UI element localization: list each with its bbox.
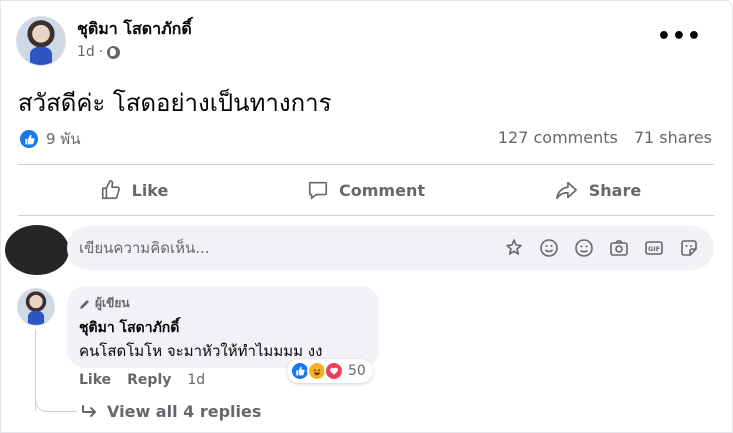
reaction-count: 50: [348, 363, 366, 379]
comments-count[interactable]: 127 comments: [498, 128, 618, 147]
author-avatar[interactable]: [16, 16, 66, 66]
divider: [18, 215, 714, 216]
more-options-icon[interactable]: •••: [657, 26, 702, 48]
sticker-icon[interactable]: [678, 237, 700, 259]
meta-separator: ·: [98, 44, 104, 60]
share-button[interactable]: Share: [482, 165, 714, 215]
reaction-summary[interactable]: 9 พัน: [18, 127, 80, 151]
like-label: Like: [131, 180, 169, 200]
comment-composer[interactable]: GIF: [67, 226, 714, 270]
like-button[interactable]: Like: [18, 165, 250, 215]
comment-icon: [308, 181, 328, 200]
comment-actions: Like Reply 1d: [79, 372, 205, 388]
post-text: สวัสดีค่ะ โสดอย่างเป็นทางการ: [18, 89, 332, 117]
engagement-counts: 127 comments 71 shares: [498, 128, 712, 147]
comment-reply-button[interactable]: Reply: [127, 372, 171, 388]
post-author[interactable]: ชุติมา โสดาภักดิ์: [77, 17, 192, 42]
shares-count[interactable]: 71 shares: [634, 128, 712, 147]
commenter-avatar[interactable]: [17, 288, 55, 326]
viewer-avatar[interactable]: [5, 225, 69, 275]
composer-tools: GIF: [503, 237, 700, 259]
comment-author[interactable]: ชุติมา โสดาภักดิ์: [79, 317, 179, 339]
share-icon: [555, 181, 577, 200]
camera-icon[interactable]: [608, 237, 630, 259]
view-replies-label: View all 4 replies: [107, 402, 262, 421]
smiley-icon[interactable]: [573, 237, 595, 259]
share-label: Share: [588, 180, 642, 200]
comment-text: คนโสดโมโห จะมาหัวให้ทำไมมมม งง: [79, 342, 323, 360]
globe-icon: [107, 45, 121, 59]
gif-icon[interactable]: GIF: [643, 237, 665, 259]
post-actions: Like Comment Share: [18, 165, 714, 215]
comment-reactions[interactable]: 50: [287, 359, 373, 383]
reply-arrow-icon: [82, 404, 96, 417]
pencil-icon: [80, 299, 89, 309]
like-icon: [101, 180, 120, 200]
like-reaction-icon: [18, 128, 40, 150]
love-reaction-icon: [324, 361, 344, 381]
author-badge-label: ผู้เขียน: [95, 296, 130, 310]
avatar-sticker-icon[interactable]: [503, 237, 525, 259]
comment-bubble: ผู้เขียน ชุติมา โสดาภักดิ์ คนโสดโมโห จะม…: [67, 286, 379, 368]
post-meta: 1d ·: [77, 44, 121, 60]
comment-button[interactable]: Comment: [250, 165, 482, 215]
post-card: ชุติมา โสดาภักดิ์ 1d · ••• สวัสดีค่ะ โสด…: [0, 0, 733, 433]
emoji-icon[interactable]: [538, 237, 560, 259]
thread-connector: [35, 396, 77, 412]
comment-time[interactable]: 1d: [187, 372, 205, 388]
author-badge: ผู้เขียน: [79, 294, 130, 313]
svg-text:GIF: GIF: [648, 245, 660, 253]
comment-input[interactable]: [79, 226, 479, 270]
like-count[interactable]: 9 พัน: [46, 127, 80, 151]
comment-like-button[interactable]: Like: [79, 372, 111, 388]
view-replies-link[interactable]: View all 4 replies: [81, 402, 261, 421]
post-time[interactable]: 1d: [77, 44, 95, 60]
comment-label: Comment: [339, 180, 425, 200]
